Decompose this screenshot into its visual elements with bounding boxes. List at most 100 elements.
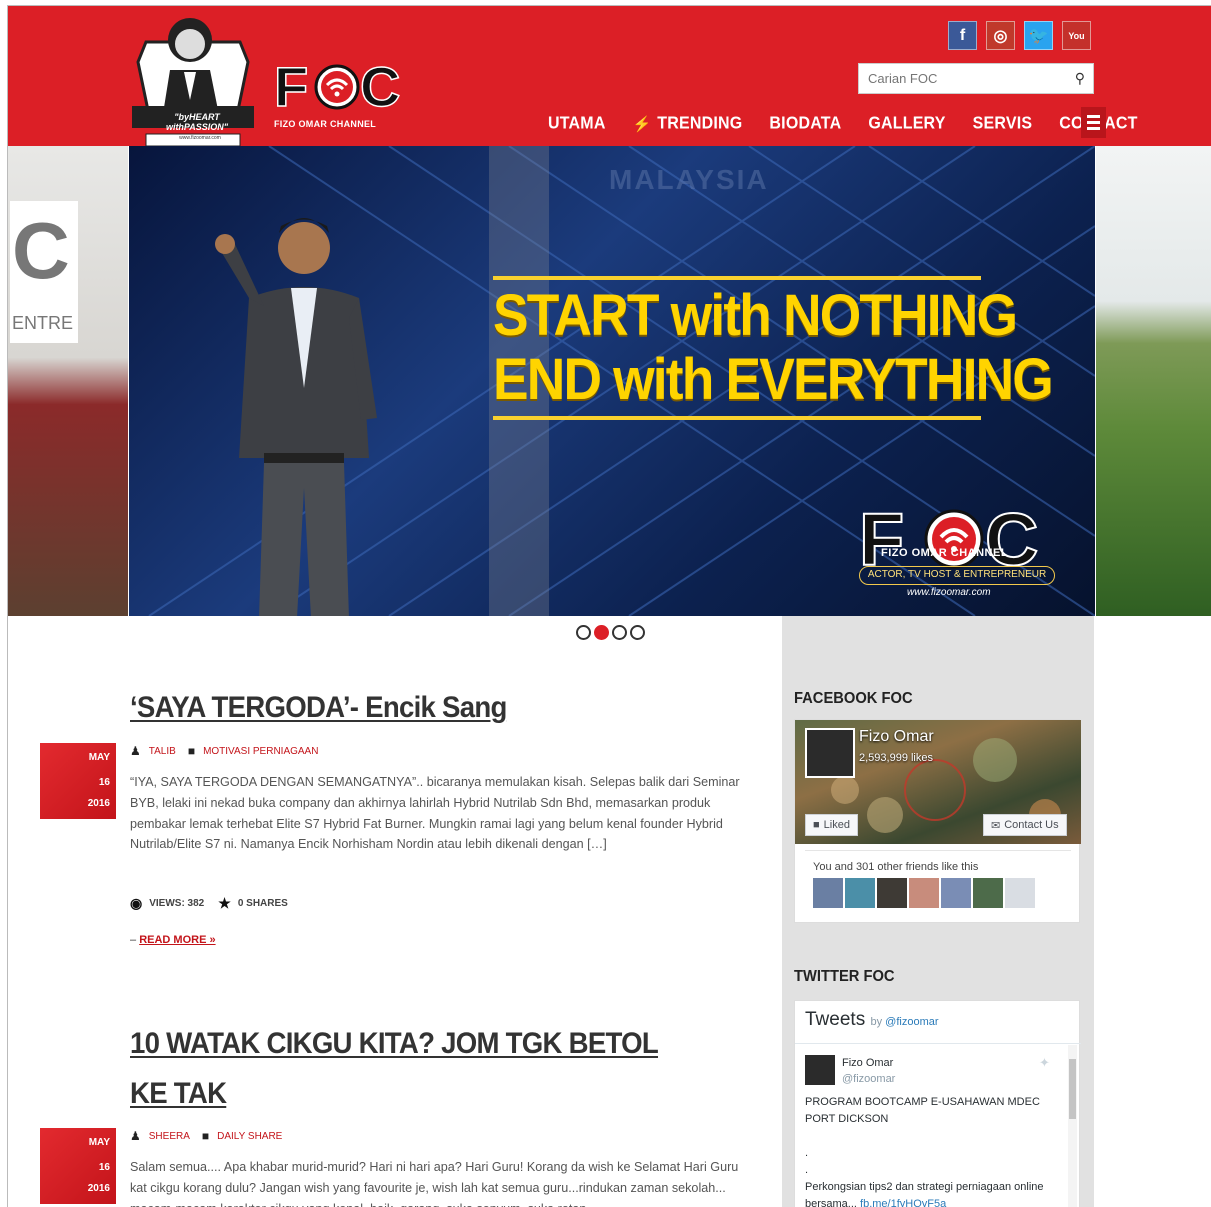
date-day: 16 [98, 1162, 110, 1173]
hero-slider[interactable]: C ENTRE MALAYSIA START with NOTHING END … [8, 146, 1211, 616]
facebook-page-widget[interactable]: Fizo Omar 2,593,999 likes ■ Liked ✉ Cont… [794, 719, 1081, 923]
date-day: 16 [98, 777, 110, 788]
nav-trending[interactable]: TRENDING [657, 114, 742, 133]
read-more-link[interactable]: READ MORE » [139, 934, 215, 946]
svg-text:C: C [360, 61, 400, 111]
search-icon[interactable]: ⚲ [1075, 70, 1085, 87]
post-views: VIEWS: 382 [149, 898, 205, 909]
bolt-icon: ⚡ [632, 116, 652, 133]
headline-line-1: START with NOTHING [493, 283, 1018, 348]
post-shares: 0 SHARES [237, 898, 288, 909]
fb-friend-avatars [813, 878, 1035, 908]
banner-image: MALAYSIA START with NOTHING END with EVE… [129, 146, 1095, 616]
tw-author-name[interactable]: Fizo Omar [842, 1057, 893, 1069]
twitter-timeline-widget[interactable]: Tweets by @fizoomar Fizo Omar @fizoomar … [794, 1000, 1081, 1207]
facebook-icon[interactable]: f [948, 21, 977, 50]
instagram-icon[interactable]: ◎ [986, 21, 1015, 50]
post-category[interactable]: DAILY SHARE [217, 1131, 282, 1142]
speaker-photo [215, 218, 377, 616]
tw-title: Tweets [805, 1009, 866, 1030]
sidebar: FACEBOOK FOC Fizo Omar 2,593,999 likes ■… [782, 616, 1094, 1207]
foc-logo[interactable]: F C FIZO OMAR CHANNEL [273, 54, 404, 129]
friend-avatar[interactable] [941, 878, 971, 908]
post-meta: ♟ SHEERA ■ DAILY SHARE [130, 1129, 282, 1143]
banner-url: www.fizoomar.com [907, 587, 991, 598]
nav-servis[interactable]: SERVIS [973, 114, 1033, 133]
search-input[interactable] [868, 71, 1058, 86]
read-more-dash: – [130, 934, 140, 946]
user-icon: ♟ [130, 744, 141, 758]
post-meta: ♟ TALIB ■ MOTIVASI PERNIAGAAN [130, 744, 318, 758]
fb-friends-text: You and 301 other friends like this [813, 861, 979, 873]
next-slide-preview[interactable] [1096, 146, 1211, 616]
twitter-heading: TWITTER FOC [794, 968, 895, 985]
banner-brand-name: FIZO OMAR CHANNEL [881, 547, 1009, 559]
date-month: MAY [88, 752, 110, 763]
nav-biodata[interactable]: BIODATA [769, 114, 841, 133]
youtube-icon[interactable]: You [1062, 21, 1091, 50]
brand-name: FIZO OMAR CHANNEL [274, 119, 377, 129]
svg-text:F: F [274, 61, 308, 111]
fb-liked-button[interactable]: ■ Liked [805, 814, 858, 836]
friend-avatar[interactable] [813, 878, 843, 908]
date-year: 2016 [87, 798, 110, 809]
tw-title-row: Tweets by @fizoomar [805, 1009, 939, 1031]
mail-icon: ✉ [991, 819, 1001, 832]
page: "byHEART withPASSION" www.fizoomar.com F… [7, 5, 1211, 1207]
friend-avatar[interactable] [973, 878, 1003, 908]
tweet-dot-1: . [805, 1147, 809, 1159]
main-nav: UTAMA ⚡ TRENDING BIODATA GALLERY SERVIS … [548, 110, 1165, 138]
post-list: ‘SAYA TERGODA’- Encik Sang MAY 16 2016 ♟… [8, 616, 782, 1207]
eye-icon: ◉ [130, 895, 143, 911]
post-category[interactable]: MOTIVASI PERNIAGAAN [203, 746, 318, 757]
twitter-bird-icon: ✦ [1039, 1055, 1050, 1070]
post-title[interactable]: ‘SAYA TERGODA’- Encik Sang [130, 683, 682, 733]
facebook-heading: FACEBOOK FOC [794, 690, 913, 707]
post-author[interactable]: TALIB [149, 746, 176, 757]
sign-text: ENTRE [12, 313, 74, 333]
nav-utama[interactable]: UTAMA [548, 114, 606, 133]
fb-friends-box: You and 301 other friends like this [805, 850, 1071, 914]
fb-contact-button[interactable]: ✉ Contact Us [983, 814, 1067, 836]
fb-like-icon: ■ [813, 819, 820, 831]
banner-subtitle: ACTOR, TV HOST & ENTREPRENEUR [859, 566, 1055, 585]
tw-avatar[interactable] [805, 1055, 835, 1085]
foc-letters: F C [273, 54, 401, 119]
fb-liked-label: Liked [823, 819, 850, 831]
logo-tagline: "byHEART withPASSION" [165, 112, 229, 132]
menu-hamburger-icon[interactable] [1081, 107, 1106, 138]
post-title[interactable]: 10 WATAK CIKGU KITA? JOM TGK BETOL KE TA… [130, 1019, 682, 1119]
fb-like-count: 2,593,999 likes [859, 752, 933, 764]
friend-avatar[interactable] [909, 878, 939, 908]
friend-avatar[interactable] [877, 878, 907, 908]
post-excerpt: Salam semua.... Apa khabar murid-murid? … [130, 1160, 739, 1207]
tw-by: by [870, 1016, 883, 1028]
post-excerpt: “IYA, SAYA TERGODA DENGAN SEMANGATNYA”..… [130, 775, 740, 852]
nav-gallery[interactable]: GALLERY [868, 114, 945, 133]
social-links: f ◎ 🐦 You [948, 21, 1091, 50]
prev-slide-preview[interactable]: C ENTRE [8, 146, 128, 616]
user-icon: ♟ [130, 1129, 141, 1143]
sign-letter-icon: C [12, 206, 70, 295]
site-header: "byHEART withPASSION" www.fizoomar.com F… [8, 6, 1211, 147]
banner-headline: START with NOTHING END with EVERYTHING [493, 276, 1054, 420]
headline-line-2: END with EVERYTHING [493, 347, 1054, 412]
tw-author-handle[interactable]: @fizoomar [842, 1073, 895, 1085]
fb-page-name[interactable]: Fizo Omar [859, 728, 934, 746]
date-month: MAY [88, 1137, 110, 1148]
tw-scrollbar[interactable] [1068, 1045, 1077, 1207]
friend-avatar[interactable] [845, 878, 875, 908]
tw-scrollbar-thumb[interactable] [1069, 1059, 1076, 1119]
tw-by-handle[interactable]: @fizoomar [885, 1016, 938, 1028]
fb-contact-label: Contact Us [1004, 819, 1059, 831]
tweet-link[interactable]: fb.me/1fyHQyF5a [860, 1198, 946, 1207]
date-badge: MAY 16 2016 [40, 1128, 116, 1204]
logo-url-small: www.fizoomar.com [179, 135, 221, 141]
post-author[interactable]: SHEERA [149, 1131, 190, 1142]
read-more-row: – READ MORE » [130, 934, 216, 946]
twitter-icon[interactable]: 🐦 [1024, 21, 1053, 50]
tweet-line-1: PROGRAM BOOTCAMP E-USAHAWAN MDEC PORT DI… [805, 1096, 1040, 1125]
tweet-dot-2: . [805, 1164, 809, 1176]
fb-avatar[interactable] [805, 728, 855, 778]
friend-avatar[interactable] [1005, 878, 1035, 908]
